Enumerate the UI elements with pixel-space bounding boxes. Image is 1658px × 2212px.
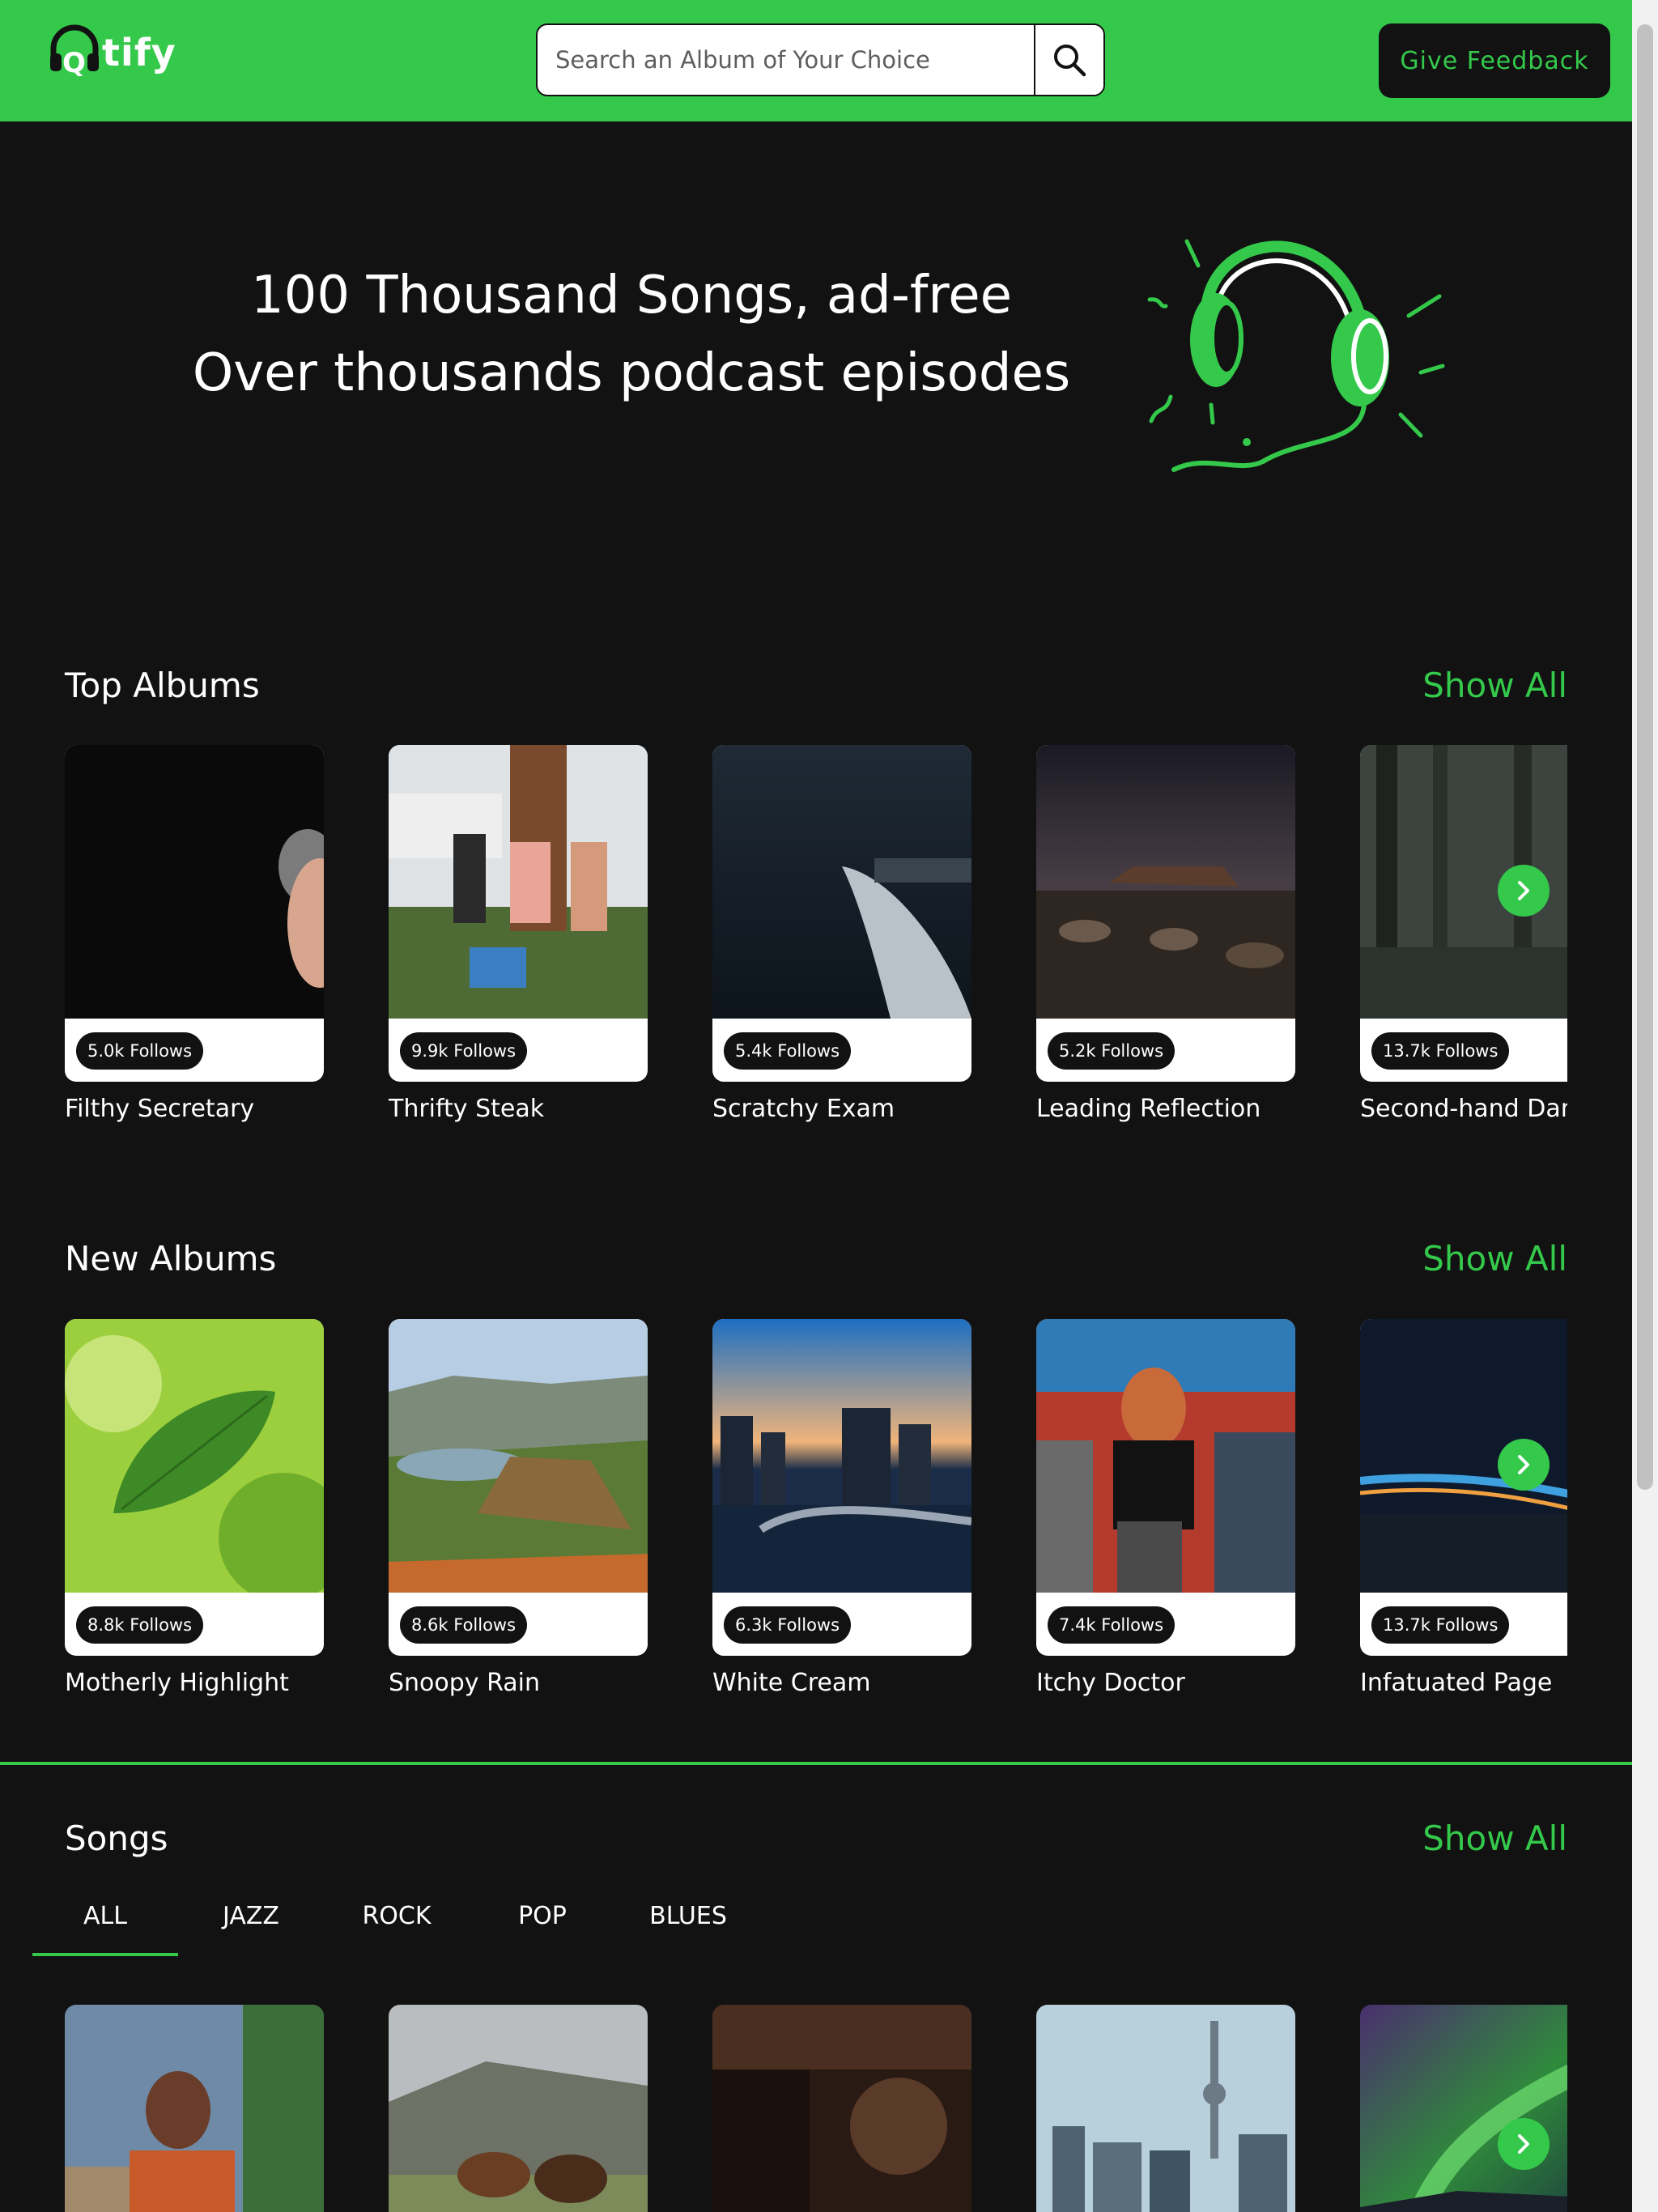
tab-jazz[interactable]: JAZZ <box>178 1898 324 1956</box>
album-cover-image <box>712 745 971 1019</box>
chevron-right-icon <box>1518 1455 1529 1474</box>
album-title[interactable]: Infatuated Page <box>1360 1669 1567 1697</box>
songs-carousel <box>65 2005 1567 2212</box>
album-cover-image <box>65 745 324 1019</box>
chevron-right-icon <box>1518 2134 1529 2154</box>
album-title[interactable]: Thrifty Steak <box>389 1095 656 1123</box>
songs-show-all-link[interactable]: Show All <box>1401 1819 1567 1858</box>
headphones-illustration <box>1147 239 1445 472</box>
album-card[interactable]: 13.7k Follows <box>1360 745 1567 1082</box>
give-feedback-button[interactable]: Give Feedback <box>1379 23 1610 98</box>
top-albums-title: Top Albums <box>65 666 260 705</box>
follows-badge: 13.7k Follows <box>1371 1606 1510 1644</box>
album-cover-image <box>65 1319 324 1593</box>
section-divider <box>0 1762 1632 1765</box>
album-card[interactable]: 13.7k Follows <box>1360 1319 1567 1656</box>
active-tab-indicator <box>32 1953 178 1956</box>
album-cover-image <box>1036 745 1295 1019</box>
tab-blues[interactable]: BLUES <box>615 1898 761 1956</box>
carousel-next-button[interactable] <box>1498 1439 1550 1491</box>
carousel-next-button[interactable] <box>1498 2118 1550 2170</box>
album-title[interactable]: Itchy Doctor <box>1036 1669 1303 1697</box>
album-card[interactable]: 8.6k Follows <box>389 1319 648 1656</box>
song-card[interactable] <box>389 2005 648 2212</box>
album-title[interactable]: Second-hand Dan <box>1360 1095 1567 1123</box>
search-button[interactable] <box>1034 25 1103 95</box>
new-albums-show-all-link[interactable]: Show All <box>1401 1239 1567 1278</box>
album-card[interactable]: 5.4k Follows <box>712 745 971 1082</box>
song-cover-image <box>389 2005 648 2212</box>
tab-pop[interactable]: POP <box>470 1898 615 1956</box>
album-cover-image <box>1036 1319 1295 1593</box>
song-cover-image <box>65 2005 324 2212</box>
album-title[interactable]: Leading Reflection <box>1036 1095 1303 1123</box>
song-cover-image <box>1360 2005 1567 2212</box>
logo-letter: Q <box>62 47 86 79</box>
follows-badge: 5.0k Follows <box>76 1032 204 1070</box>
carousel-next-button[interactable] <box>1498 865 1550 917</box>
chevron-right-icon <box>1518 881 1529 900</box>
album-title[interactable]: Filthy Secretary <box>65 1095 332 1123</box>
follows-badge: 5.4k Follows <box>724 1032 852 1070</box>
album-cover-image <box>389 745 648 1019</box>
tab-all[interactable]: ALL <box>32 1898 178 1956</box>
top-albums-show-all-link[interactable]: Show All <box>1401 666 1567 705</box>
follows-badge: 6.3k Follows <box>724 1606 852 1644</box>
hero-subheadline: Over thousands podcast episodes <box>192 343 1071 403</box>
album-card[interactable]: 9.9k Follows <box>389 745 648 1082</box>
new-albums-title: New Albums <box>65 1239 277 1278</box>
search-icon <box>1054 45 1086 77</box>
follows-badge: 8.6k Follows <box>400 1606 528 1644</box>
follows-badge: 8.8k Follows <box>76 1606 204 1644</box>
song-card[interactable] <box>712 2005 971 2212</box>
song-cover-image <box>712 2005 971 2212</box>
album-card[interactable]: 7.4k Follows <box>1036 1319 1295 1656</box>
song-card[interactable] <box>1360 2005 1567 2212</box>
scrollbar-thumb[interactable] <box>1637 24 1653 1490</box>
top-albums-carousel: 5.0k Follows Filthy Secretary 9.9k Follo… <box>65 745 1567 1134</box>
album-cover-image <box>712 1319 971 1593</box>
logo-text: tify <box>102 31 176 74</box>
new-albums-carousel: 8.8k Follows Motherly Highlight 8.6k Fol… <box>65 1319 1567 1708</box>
hero-headline: 100 Thousand Songs, ad-free <box>250 266 1013 325</box>
album-card[interactable]: 5.2k Follows <box>1036 745 1295 1082</box>
follows-badge: 7.4k Follows <box>1048 1606 1175 1644</box>
follows-badge: 13.7k Follows <box>1371 1032 1510 1070</box>
song-card[interactable] <box>1036 2005 1295 2212</box>
search-bar <box>536 23 1105 96</box>
song-cover-image <box>1036 2005 1295 2212</box>
tab-rock[interactable]: ROCK <box>324 1898 470 1956</box>
album-title[interactable]: Motherly Highlight <box>65 1669 332 1697</box>
search-input[interactable] <box>538 25 1035 95</box>
song-card[interactable] <box>65 2005 324 2212</box>
album-card[interactable]: 5.0k Follows <box>65 745 324 1082</box>
album-card[interactable]: 8.8k Follows <box>65 1319 324 1656</box>
album-cover-image <box>389 1319 648 1593</box>
songs-title: Songs <box>65 1819 168 1858</box>
album-card[interactable]: 6.3k Follows <box>712 1319 971 1656</box>
album-title[interactable]: Scratchy Exam <box>712 1095 980 1123</box>
album-title[interactable]: Snoopy Rain <box>389 1669 656 1697</box>
app-logo[interactable]: Q tify <box>49 24 178 89</box>
follows-badge: 5.2k Follows <box>1048 1032 1175 1070</box>
follows-badge: 9.9k Follows <box>400 1032 528 1070</box>
album-title[interactable]: White Cream <box>712 1669 980 1697</box>
top-navbar: Q tify Give Feedback <box>0 0 1632 121</box>
